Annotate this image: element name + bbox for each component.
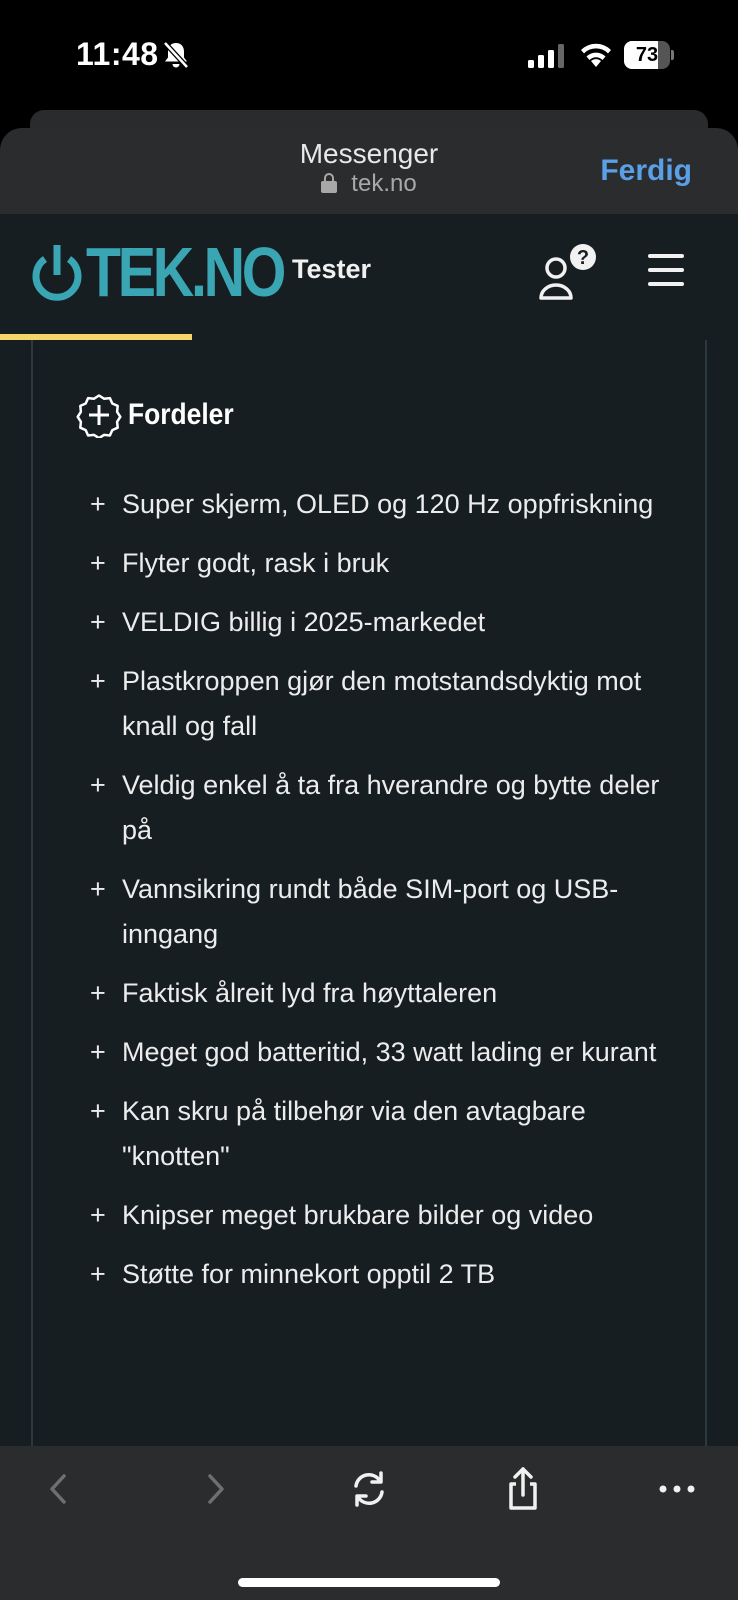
pros-list: + Super skjerm, OLED og 120 Hz oppfriskni… [90,482,690,1311]
card-border-right [705,340,707,1446]
browser-toolbar [0,1446,738,1600]
plus-bullet: + [90,874,106,904]
plus-bullet: + [90,978,106,1008]
status-bar: 11:48 73 [0,0,738,110]
list-item: + Kan skru på tilbehør via den avtagbare … [90,1089,690,1179]
card-border-left [31,340,33,1446]
list-item-text: Super skjerm, OLED og 120 Hz oppfrisknin… [122,489,654,519]
battery-icon: 73 [624,41,674,69]
site-header: TEK.NO Tester ? [0,214,738,340]
url-text: tek.no [351,170,417,197]
status-time: 11:48 [76,36,159,72]
list-item-text: Flyter godt, rask i bruk [122,548,390,578]
share-icon[interactable] [498,1464,548,1514]
pros-heading: Fordeler [76,392,248,438]
plus-bullet: + [90,1200,106,1230]
plus-bullet: + [90,1037,106,1067]
user-help-icon[interactable]: ? [538,242,602,302]
list-item-text: Meget god batteritid, 33 watt lading er … [122,1037,657,1067]
list-item-text: Knipser meget brukbare bilder og video [122,1200,594,1230]
plus-bullet: + [90,607,106,637]
article-content: Fordeler + Super skjerm, OLED og 120 Hz o… [0,340,738,1446]
home-indicator[interactable] [238,1578,500,1587]
hamburger-menu-icon[interactable] [648,254,684,286]
more-icon[interactable] [652,1464,702,1514]
list-item: + Knipser meget brukbare bilder og video [90,1193,690,1238]
battery-level: 73 [635,44,659,66]
list-item-text: Støtte for minnekort opptil 2 TB [122,1259,496,1289]
list-item: + Støtte for minnekort opptil 2 TB [90,1252,690,1297]
plus-bullet: + [90,770,106,800]
list-item-text: Vannsikring rundt både SIM-port og USB-i… [122,874,619,949]
site-logo[interactable]: TEK.NO [30,233,326,311]
list-item-text: Faktisk ålreit lyd fra høyttaleren [122,978,498,1008]
list-item: + Vannsikring rundt både SIM-port og USB-… [90,867,690,957]
logo-text: TEK.NO [86,233,286,311]
nav-tester-link[interactable]: Tester [292,254,371,285]
back-icon[interactable] [34,1464,84,1514]
plus-bullet: + [90,666,106,696]
plus-bullet: + [90,489,106,519]
reload-icon[interactable] [344,1464,394,1514]
list-item: + Plastkroppen gjør den motstandsdyktig m… [90,659,690,749]
list-item: + Flyter godt, rask i bruk [90,541,690,586]
forward-icon[interactable] [190,1464,240,1514]
pros-heading-text: Fordeler [128,398,234,431]
plus-badge-icon [76,394,122,438]
list-item-text: Plastkroppen gjør den motstandsdyktig mo… [122,666,642,741]
plus-bullet: + [90,1259,106,1289]
list-item: + VELDIG billig i 2025-markedet [90,600,690,645]
list-item: + Veldig enkel å ta fra hverandre og bytt… [90,763,690,853]
plus-bullet: + [90,1096,106,1126]
power-icon [32,245,82,301]
wifi-icon [581,43,611,67]
list-item: + Super skjerm, OLED og 120 Hz oppfriskni… [90,482,690,527]
list-item-text: Veldig enkel å ta fra hverandre og bytte… [122,770,660,845]
list-item: + Faktisk ålreit lyd fra høyttaleren [90,971,690,1016]
bell-slash-icon [163,41,189,69]
browser-sheet-header: Messenger tek.no Ferdig [0,128,738,214]
plus-bullet: + [90,548,106,578]
list-item: + Meget god batteritid, 33 watt lading er… [90,1030,690,1075]
list-item-text: Kan skru på tilbehør via den avtagbare "… [122,1096,586,1171]
done-button[interactable]: Ferdig [600,154,692,188]
svg-text:?: ? [577,247,589,269]
list-item-text: VELDIG billig i 2025-markedet [122,607,486,637]
lock-icon [321,173,338,193]
cellular-signal-icon [528,44,564,68]
